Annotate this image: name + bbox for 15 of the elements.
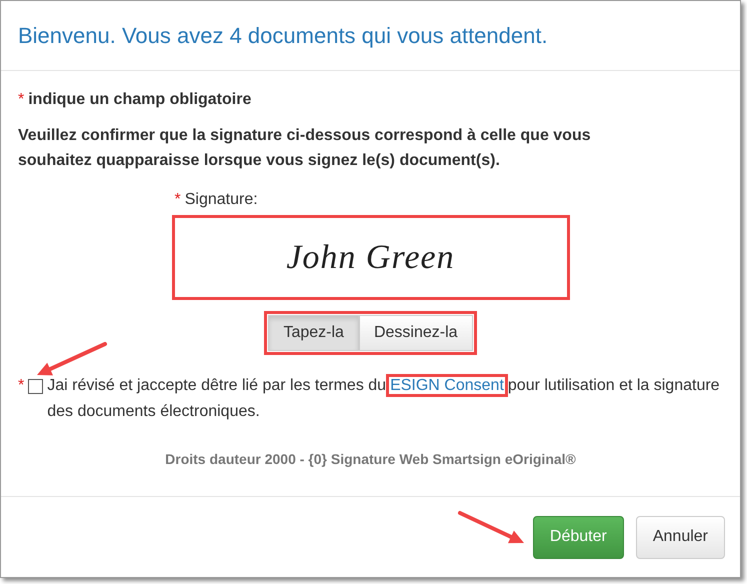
mode-toggle-button[interactable]: Dessinez-la: [358, 315, 473, 351]
instruction-text: Veuillez confirmer que la signature ci-dessous correspond à celle que vous souhaitez quapparaisse lorsque vous signez le(s) document(s).: [18, 126, 592, 171]
mode-toggle-button[interactable]: Tapez-la: [268, 315, 359, 351]
consent-checkbox[interactable]: [28, 378, 44, 394]
required-asterisk: *: [174, 191, 181, 208]
esign-consent-link[interactable]: ESIGN Consent: [386, 374, 508, 397]
dialog-title: Bienvenu. Vous avez 4 documents qui vous attendent.: [18, 23, 549, 49]
signature-label: Signature:: [184, 191, 258, 208]
required-asterisk: *: [18, 376, 24, 396]
required-note: indique un champ obligatoire: [28, 91, 252, 108]
signature-field[interactable]: John Green: [172, 215, 570, 300]
cancel-button[interactable]: Annuler: [636, 516, 725, 558]
consent-text: Jai révisé et jaccepte dêtre lié par les termes du ESIGN Consent pour lutilisation et la signature des documents électroniques.: [47, 373, 723, 425]
required-asterisk: *: [18, 91, 24, 108]
copyright-text: Droits dauteur 2000 - {0} Signature Web Smartsign eOriginal®: [164, 451, 577, 467]
